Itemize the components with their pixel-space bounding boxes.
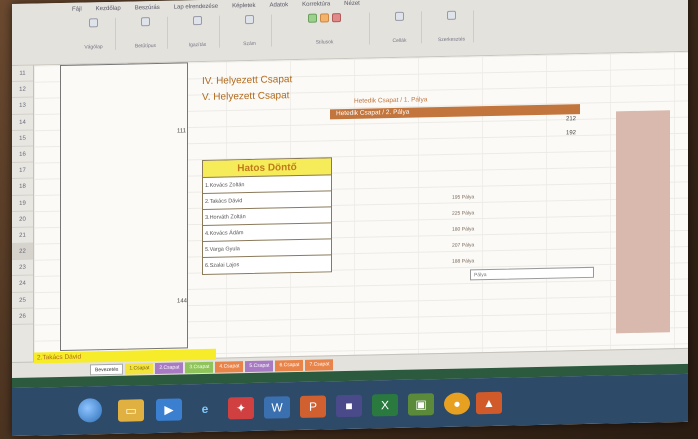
row-header[interactable]: 15 (12, 130, 33, 147)
row-header[interactable]: 13 (12, 97, 33, 115)
side-list-item[interactable]: 225 Pálya (452, 210, 474, 216)
row-header[interactable]: 11 (12, 65, 33, 83)
tab-formulas[interactable]: Képletek (232, 3, 255, 9)
group-label: Igazítás (188, 41, 207, 49)
row-header[interactable]: 19 (12, 195, 33, 212)
group-align: Igazítás (176, 15, 220, 49)
row-header[interactable]: 20 (12, 211, 33, 228)
side-list-item[interactable]: 188 Pálya (452, 258, 474, 264)
app-icon[interactable]: ▲ (476, 391, 502, 415)
sheet-tab[interactable]: 5.Csapat (245, 360, 274, 373)
filled-range[interactable] (616, 110, 670, 334)
ribbon-groups: Vágólap Betűtípus Igazítás Szám Stílusok… (72, 7, 628, 51)
tab-review[interactable]: Korrektúra (302, 1, 330, 8)
row-header[interactable]: 21 (12, 227, 33, 245)
group-editing: Szerkesztés (430, 10, 474, 44)
sum-icon[interactable] (447, 10, 456, 20)
group-label: Vágólap (84, 44, 103, 51)
group-label: Betűtípus (134, 42, 157, 50)
excel-icon[interactable]: X (372, 393, 398, 417)
row-header[interactable]: 16 (12, 146, 33, 164)
row-header[interactable]: 12 (12, 81, 33, 99)
tab-home[interactable]: Kezdőlap (96, 6, 121, 13)
number-format-icon[interactable] (245, 14, 254, 25)
cell-text[interactable]: V. Helyezett Csapat (202, 90, 289, 103)
sheet-tab[interactable]: Bevezetés (90, 363, 124, 376)
sheet-tab[interactable]: 6.Csapat (275, 359, 304, 372)
paste-icon[interactable] (89, 18, 98, 28)
row-headers: 11 12 13 14 15 16 17 18 19 20 21 22 23 2… (12, 65, 34, 362)
style-bad-icon[interactable] (332, 13, 341, 23)
media-icon[interactable]: ▶ (156, 398, 182, 421)
group-label: Szám (243, 40, 256, 48)
row-header[interactable]: 24 (12, 275, 33, 293)
cell-value[interactable]: 212 (566, 116, 576, 122)
group-clipboard: Vágólap (72, 17, 116, 51)
projected-screen: Fájl Kezdőlap Beszúrás Lap elrendezése K… (12, 0, 688, 437)
group-number: Szám (228, 14, 272, 48)
table-row[interactable]: 6.Szalai Lajos (203, 255, 331, 274)
tab-file[interactable]: Fájl (72, 7, 82, 13)
cell-text[interactable]: IV. Helyezett Csapat (202, 74, 292, 87)
group-label: Szerkesztés (437, 36, 466, 44)
row-header[interactable]: 26 (12, 308, 33, 325)
style-neutral-icon[interactable] (320, 13, 329, 23)
group-cells: Cellák (378, 11, 422, 45)
tab-layout[interactable]: Lap elrendezése (174, 4, 218, 11)
folder-icon[interactable]: ▣ (408, 393, 434, 416)
tab-insert[interactable]: Beszúrás (135, 5, 160, 12)
sheet-tab-active[interactable]: 1.Csapat (125, 363, 154, 375)
group-styles: Stílusok (280, 12, 370, 47)
sheet-tab[interactable]: 7.Csapat (305, 359, 334, 371)
side-list-item[interactable]: 207 Pálya (452, 242, 474, 248)
powerpoint-icon[interactable]: P (300, 395, 326, 418)
cell-value[interactable]: 192 (566, 130, 576, 136)
group-font: Betűtípus (124, 16, 168, 50)
tab-data[interactable]: Adatok (269, 2, 288, 8)
sheet-tab[interactable]: 3.Csapat (185, 361, 214, 374)
group-label: Cellák (392, 37, 407, 45)
row-header[interactable]: 25 (12, 292, 33, 309)
app-icon[interactable]: ✦ (228, 396, 254, 420)
app-icon[interactable]: ■ (336, 394, 362, 418)
align-icon[interactable] (193, 16, 202, 26)
row-header[interactable]: 23 (12, 259, 33, 277)
row-header[interactable]: 17 (12, 162, 33, 180)
ie-icon[interactable]: e (192, 398, 218, 421)
side-list-item[interactable]: 180 Pálya (452, 226, 474, 232)
row-header[interactable]: 18 (12, 178, 33, 196)
side-list-item[interactable]: 195 Pálya (452, 194, 474, 200)
cell-value[interactable]: 111 (177, 128, 186, 134)
word-icon[interactable]: W (264, 396, 290, 419)
cell-value[interactable]: 144 (177, 298, 187, 304)
insert-cells-icon[interactable] (395, 11, 404, 21)
style-good-icon[interactable] (308, 13, 317, 23)
sheet-tab[interactable]: 4.Csapat (215, 361, 244, 373)
bordered-range[interactable] (60, 62, 188, 351)
sheet-tab[interactable]: 2.Csapat (155, 362, 184, 374)
hatos-donto-table: Hatos Döntő 1.Kovács Zoltán 2.Takács Dáv… (202, 157, 332, 276)
tab-view[interactable]: Nézet (344, 1, 360, 7)
row-header-selected[interactable]: 22 (12, 243, 33, 261)
row-header[interactable]: 14 (12, 114, 33, 131)
group-label: Stílusok (315, 39, 334, 46)
explorer-icon[interactable]: ▭ (118, 399, 144, 422)
bold-icon[interactable] (141, 17, 150, 27)
